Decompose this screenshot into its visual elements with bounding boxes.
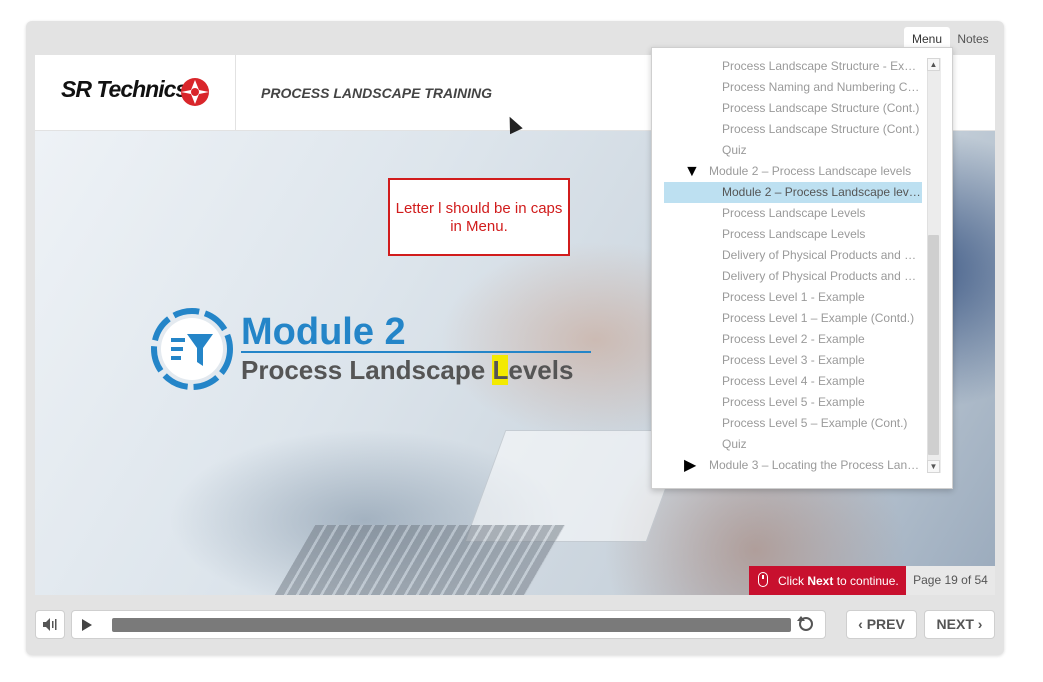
menu-item[interactable]: Module 3 – Locating the Process Landsc..…: [664, 455, 922, 476]
menu-item[interactable]: Process Level 5 - Example: [664, 392, 922, 413]
prev-label: PREV: [866, 616, 905, 632]
click-bold: Next: [807, 574, 834, 588]
subtitle-text: Process Landscape: [241, 355, 493, 385]
next-label: NEXT: [936, 616, 974, 632]
playback-controls: ‹ PREV NEXT ›: [26, 604, 1004, 644]
menu-item[interactable]: Process Level 1 - Example: [664, 287, 922, 308]
company-logo: SR Technics: [61, 76, 188, 102]
menu-item[interactable]: Process Level 5 – Example (Cont.): [664, 413, 922, 434]
menu-item[interactable]: Module 2 – Process Landscape levels: [664, 161, 922, 182]
menu-item[interactable]: Process Level 3 - Example: [664, 350, 922, 371]
menu-item[interactable]: Process Landscape Structure (Cont.): [664, 98, 922, 119]
scroll-down-icon[interactable]: ▼: [927, 460, 940, 473]
laptop-keyboard-shape: [274, 525, 566, 595]
menu-item[interactable]: Process Landscape Structure - Examp...: [664, 56, 922, 77]
filter-badge-icon: [151, 308, 233, 390]
review-callout: Letter l should be in caps in Menu.: [388, 178, 570, 256]
menu-item[interactable]: Process Level 2 - Example: [664, 329, 922, 350]
menu-item[interactable]: Process Naming and Numbering Con...: [664, 77, 922, 98]
scroll-up-icon[interactable]: ▲: [927, 58, 940, 71]
course-title: PROCESS LANDSCAPE TRAINING: [261, 85, 493, 101]
header-divider: [235, 55, 236, 130]
highlighted-letter: L: [492, 355, 509, 385]
click-next-banner: Click Next to continue.: [749, 566, 906, 595]
click-next-text: Click Next to continue.: [778, 574, 899, 588]
tab-notes[interactable]: Notes: [952, 27, 994, 51]
menu-item[interactable]: Process Landscape Structure (Cont.): [664, 119, 922, 140]
play-icon[interactable]: [82, 619, 92, 631]
menu-scroll-thumb[interactable]: [928, 235, 939, 455]
title-underline: [241, 351, 591, 353]
menu-item[interactable]: Process Level 4 - Example: [664, 371, 922, 392]
menu-item[interactable]: Delivery of Physical Products and Serv..…: [664, 245, 922, 266]
replay-icon[interactable]: [797, 616, 813, 631]
chevron-left-icon: ‹: [858, 616, 867, 632]
menu-item[interactable]: Process Landscape Levels: [664, 224, 922, 245]
menu-panel: Process Landscape Structure - Examp... Pr…: [651, 47, 953, 489]
logo-mark-icon: [181, 78, 209, 106]
progress-track[interactable]: [112, 618, 791, 632]
menu-item[interactable]: Delivery of Physical Products and Serv..…: [664, 266, 922, 287]
speaker-icon: [43, 618, 57, 631]
module-title: Module 2: [241, 311, 406, 353]
mouse-icon: [758, 572, 768, 587]
prev-button[interactable]: ‹ PREV: [846, 610, 917, 639]
next-button[interactable]: NEXT ›: [924, 610, 995, 639]
click-suffix: to continue.: [833, 574, 899, 588]
menu-item[interactable]: Module 2 – Process Landscape levels: [664, 182, 922, 203]
menu-item[interactable]: Quiz: [664, 434, 922, 455]
page-indicator: Page 19 of 54: [906, 566, 995, 595]
subtitle-text-end: evels: [508, 355, 574, 385]
click-prefix: Click: [778, 574, 808, 588]
menu-item[interactable]: Process Level 1 – Example (Contd.): [664, 308, 922, 329]
menu-item[interactable]: Process Landscape Levels: [664, 203, 922, 224]
volume-button[interactable]: [35, 610, 65, 639]
chevron-right-icon: ›: [973, 616, 983, 632]
menu-item[interactable]: Quiz: [664, 140, 922, 161]
module-subtitle: Process Landscape Levels: [241, 355, 573, 386]
playback-bar: [71, 610, 826, 639]
